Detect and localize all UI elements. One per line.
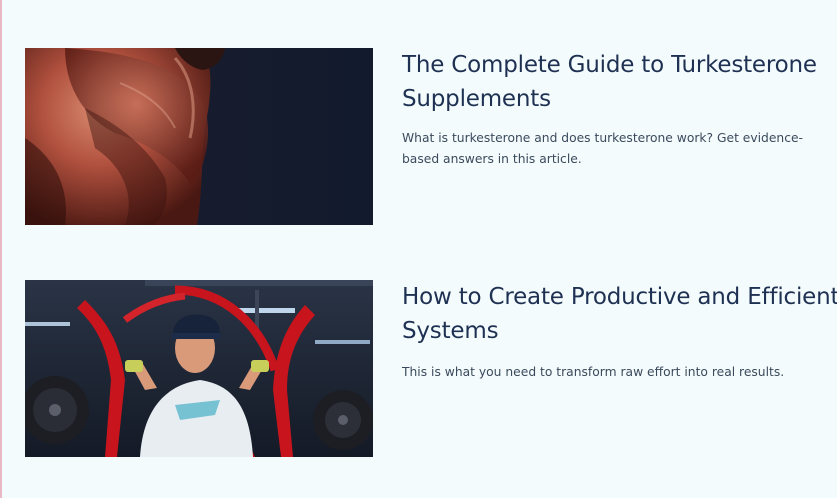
article-content: How to Create Productive and Efficient S… — [402, 280, 837, 383]
article-excerpt: What is turkesterone and does turkestero… — [402, 131, 803, 166]
article-thumbnail[interactable] — [25, 280, 373, 457]
article-excerpt: This is what you need to transform raw e… — [402, 365, 785, 379]
article-card-productive-systems: How to Create Productive and Efficient S… — [25, 280, 837, 458]
page-edge-divider — [0, 0, 2, 498]
bodybuilder-back-photo — [25, 48, 373, 225]
article-card-turkesterone: The Complete Guide to Turkesterone Suppl… — [25, 48, 837, 226]
article-title[interactable]: The Complete Guide to Turkesterone Suppl… — [402, 48, 837, 116]
article-title[interactable]: How to Create Productive and Efficient S… — [402, 280, 837, 348]
article-content: The Complete Guide to Turkesterone Suppl… — [402, 48, 837, 170]
gym-chest-press-photo — [25, 280, 373, 457]
article-thumbnail[interactable] — [25, 48, 373, 225]
